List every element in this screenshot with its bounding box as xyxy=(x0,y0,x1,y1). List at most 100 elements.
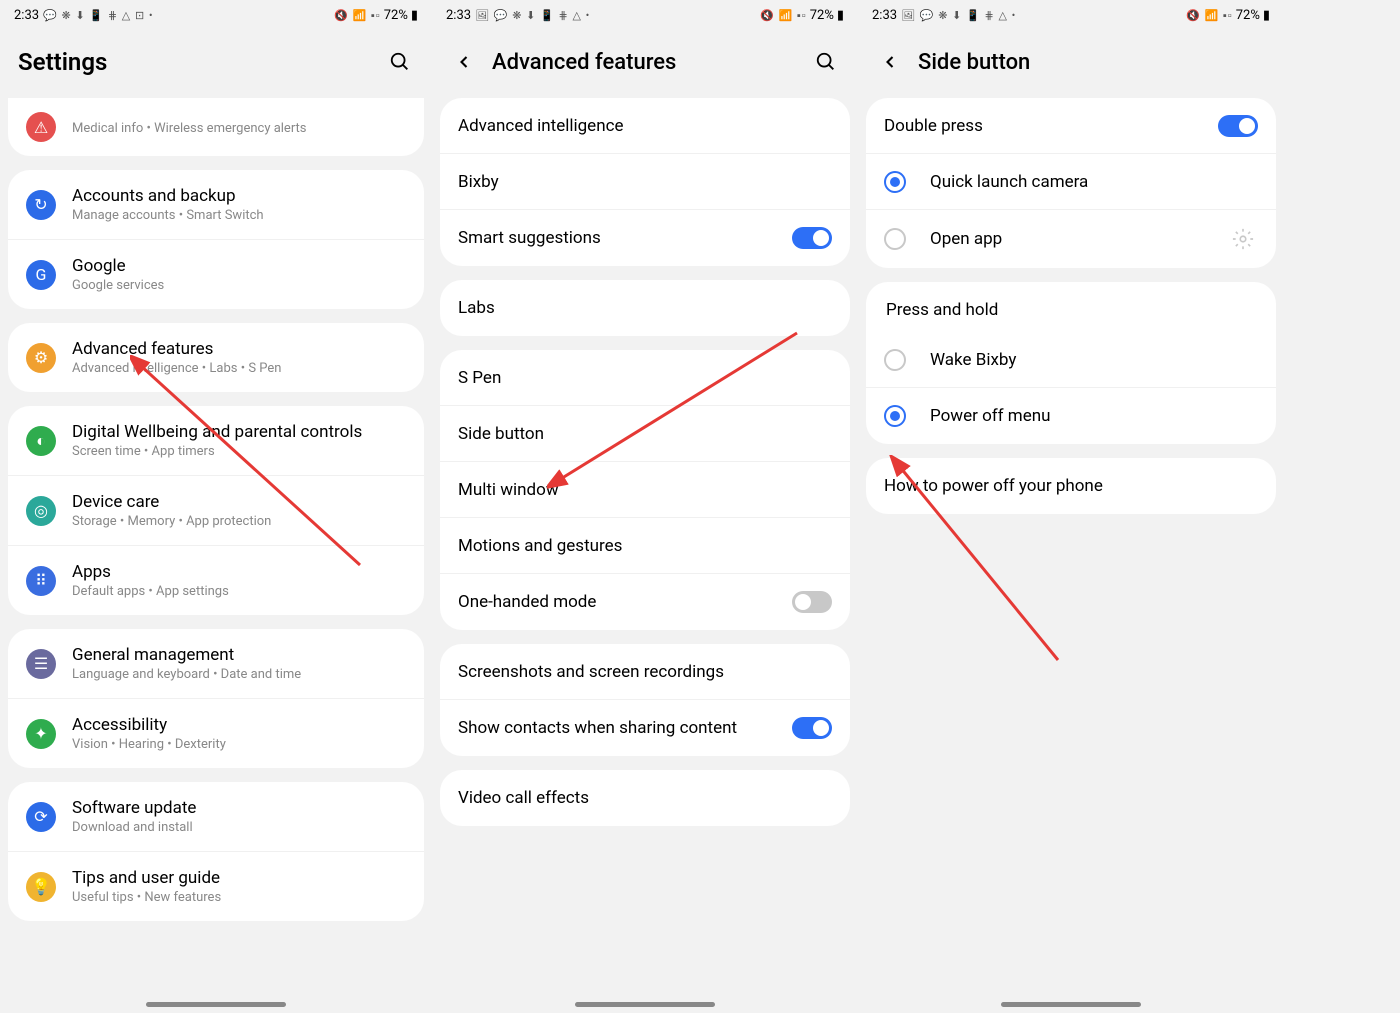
row-video-call-effects[interactable]: Video call effects xyxy=(440,770,850,826)
search-icon xyxy=(389,51,411,73)
settings-item-wellbeing[interactable]: ◐ Digital Wellbeing and parental control… xyxy=(8,406,424,476)
settings-item-software-update[interactable]: ⟳ Software update Download and install xyxy=(8,782,424,852)
settings-item-label: Digital Wellbeing and parental controls xyxy=(72,422,406,442)
toggle-one-handed[interactable] xyxy=(792,591,832,613)
status-bar: 2:33 🖼 💬 ❋ ⬇ 📱 ⋕ △ • 🔇 📶 ▪▫ 72% ▮ xyxy=(432,0,858,30)
search-button[interactable] xyxy=(812,48,840,76)
status-battery: 72% xyxy=(810,8,834,23)
row-advanced-intelligence[interactable]: Advanced intelligence xyxy=(440,98,850,154)
radio-icon[interactable] xyxy=(884,228,906,250)
nav-handle[interactable] xyxy=(1001,1002,1141,1007)
page-title: Advanced features xyxy=(492,50,812,75)
nav-handle[interactable] xyxy=(146,1002,286,1007)
side-button-screen: 2:33 🖼 💬 ❋ ⬇ 📱 ⋕ △ • 🔇 📶 ▪▫ 72% ▮ Side b… xyxy=(858,0,1284,1013)
radio-icon[interactable] xyxy=(884,349,906,371)
row-label: Screenshots and screen recordings xyxy=(458,662,724,682)
row-label: How to power off your phone xyxy=(884,476,1103,496)
open-app-settings-button[interactable] xyxy=(1228,224,1258,254)
settings-item-general[interactable]: ☰ General management Language and keyboa… xyxy=(8,629,424,699)
safety-icon: ⚠ xyxy=(26,112,56,142)
page-title: Settings xyxy=(18,48,386,76)
settings-item-sub: Manage accounts • Smart Switch xyxy=(72,208,406,223)
settings-item-label: Device care xyxy=(72,492,406,512)
settings-item-label: Google xyxy=(72,256,406,276)
toggle-double-press[interactable] xyxy=(1218,115,1258,137)
apps-icon: ⠿ xyxy=(26,566,56,596)
status-time: 2:33 xyxy=(872,8,897,23)
settings-item-label: Tips and user guide xyxy=(72,868,406,888)
settings-screen: 2:33 💬 ❋ ⬇ 📱 ⋕ △ ⊡ • 🔇 📶 ▪▫ 72% ▮ Settin… xyxy=(0,0,432,1013)
settings-item-label: Accounts and backup xyxy=(72,186,406,206)
back-button[interactable] xyxy=(450,48,478,76)
radio-icon[interactable] xyxy=(884,171,906,193)
row-bixby[interactable]: Bixby xyxy=(440,154,850,210)
row-motions-gestures[interactable]: Motions and gestures xyxy=(440,518,850,574)
radio-quick-launch-camera[interactable]: Quick launch camera xyxy=(866,154,1276,210)
row-one-handed[interactable]: One-handed mode xyxy=(440,574,850,630)
row-label: Multi window xyxy=(458,480,559,500)
status-time: 2:33 xyxy=(446,8,471,23)
row-double-press[interactable]: Double press xyxy=(866,98,1276,154)
toggle-show-contacts[interactable] xyxy=(792,717,832,739)
row-labs[interactable]: Labs xyxy=(440,280,850,336)
google-icon: G xyxy=(26,260,56,290)
settings-item-sub: Advanced intelligence • Labs • S Pen xyxy=(72,361,406,376)
row-screenshots[interactable]: Screenshots and screen recordings xyxy=(440,644,850,700)
sync-icon: ↻ xyxy=(26,190,56,220)
settings-item-sub: Storage • Memory • App protection xyxy=(72,514,406,529)
settings-item-label: Apps xyxy=(72,562,406,582)
chevron-left-icon xyxy=(454,52,474,72)
settings-item-tips[interactable]: 💡 Tips and user guide Useful tips • New … xyxy=(8,852,424,921)
search-button[interactable] xyxy=(386,48,414,76)
row-label: Advanced intelligence xyxy=(458,116,624,136)
radio-wake-bixby[interactable]: Wake Bixby xyxy=(866,332,1276,388)
battery-icon: ▮ xyxy=(1263,8,1270,23)
settings-item-sub: Screen time • App timers xyxy=(72,444,406,459)
status-battery: 72% xyxy=(384,8,408,23)
settings-item-sub: Medical info • Wireless emergency alerts xyxy=(72,121,406,136)
radio-power-off-menu[interactable]: Power off menu xyxy=(866,388,1276,444)
update-icon: ⟳ xyxy=(26,802,56,832)
wellbeing-icon: ◐ xyxy=(26,426,56,456)
battery-icon: ▮ xyxy=(411,8,418,23)
page-title: Side button xyxy=(918,50,1266,75)
row-smart-suggestions[interactable]: Smart suggestions xyxy=(440,210,850,266)
settings-item-accessibility[interactable]: ✦ Accessibility Vision • Hearing • Dexte… xyxy=(8,699,424,768)
settings-item-label: General management xyxy=(72,645,406,665)
row-multi-window[interactable]: Multi window xyxy=(440,462,850,518)
row-label: Labs xyxy=(458,298,495,318)
settings-item-sub: Language and keyboard • Date and time xyxy=(72,667,406,682)
settings-item-sub: Download and install xyxy=(72,820,406,835)
row-label: Bixby xyxy=(458,172,499,192)
settings-item-google[interactable]: G Google Google services xyxy=(8,240,424,309)
settings-item-apps[interactable]: ⠿ Apps Default apps • App settings xyxy=(8,546,424,615)
settings-item-advanced-features[interactable]: ⚙ Advanced features Advanced intelligenc… xyxy=(8,323,424,392)
accessibility-icon: ✦ xyxy=(26,719,56,749)
section-press-hold: Press and hold xyxy=(866,282,1276,332)
row-side-button[interactable]: Side button xyxy=(440,406,850,462)
radio-label: Quick launch camera xyxy=(930,172,1088,192)
nav-handle[interactable] xyxy=(575,1002,715,1007)
settings-item-device-care[interactable]: ◎ Device care Storage • Memory • App pro… xyxy=(8,476,424,546)
status-indicators-right: 🔇 📶 ▪▫ xyxy=(334,9,381,22)
row-label: Motions and gestures xyxy=(458,536,622,556)
advanced-features-screen: 2:33 🖼 💬 ❋ ⬇ 📱 ⋕ △ • 🔇 📶 ▪▫ 72% ▮ Advanc… xyxy=(432,0,858,1013)
search-icon xyxy=(815,51,837,73)
radio-open-app[interactable]: Open app xyxy=(866,210,1276,268)
status-time: 2:33 xyxy=(14,8,39,23)
settings-item-sub: Default apps • App settings xyxy=(72,584,406,599)
row-s-pen[interactable]: S Pen xyxy=(440,350,850,406)
general-icon: ☰ xyxy=(26,649,56,679)
radio-label: Open app xyxy=(930,229,1228,249)
radio-icon[interactable] xyxy=(884,405,906,427)
radio-label: Power off menu xyxy=(930,406,1051,426)
row-how-to-power-off[interactable]: How to power off your phone xyxy=(866,458,1276,514)
row-show-contacts[interactable]: Show contacts when sharing content xyxy=(440,700,850,756)
settings-item-safety[interactable]: ⚠ Medical info • Wireless emergency aler… xyxy=(8,98,424,156)
row-label: Side button xyxy=(458,424,544,444)
settings-item-sub: Vision • Hearing • Dexterity xyxy=(72,737,406,752)
gear-icon: ⚙ xyxy=(26,343,56,373)
settings-item-accounts[interactable]: ↻ Accounts and backup Manage accounts • … xyxy=(8,170,424,240)
toggle-smart-suggestions[interactable] xyxy=(792,227,832,249)
back-button[interactable] xyxy=(876,48,904,76)
